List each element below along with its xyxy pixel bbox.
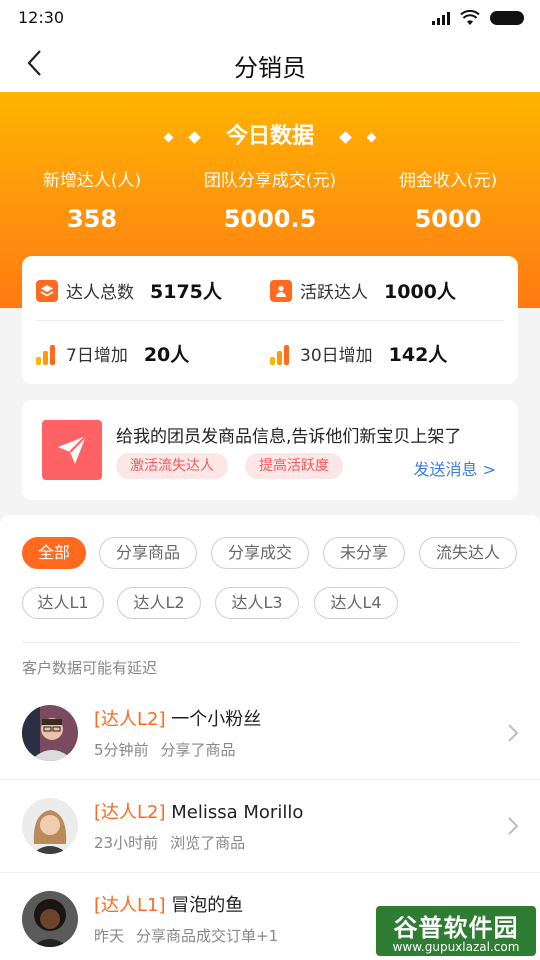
today-stats-header: 今日数据 [0,118,540,150]
stat-new-talent: 新增达人(人) 358 [2,166,182,233]
metric-7day-increase: 7日增加 20人 [36,340,189,367]
wifi-icon [460,10,480,25]
stat-commission: 佣金收入(元) 5000 [358,166,538,233]
metric-total-talent: 达人总数 5175人 [36,277,222,304]
promo-text: 给我的团员发商品信息,告诉他们新宝贝上架了 [116,427,462,447]
filter-chip-share-deal[interactable]: 分享成交 [211,537,309,569]
summary-card: 达人总数 5175人 活跃达人 1000人 7日增加 20人 30日增加 142… [22,256,518,384]
metric-value: 20人 [143,344,190,366]
customer-list-section: 全部 分享商品 分享成交 未分享 流失达人 达人L1 达人L2 达人L3 达人L… [0,515,540,960]
stat-value: 5000.5 [223,205,317,233]
promo-tag: 提高活跃度 [245,453,343,479]
customer-name: 冒泡的鱼 [171,895,244,916]
customer-name: 一个小粉丝 [171,709,262,730]
status-time: 12:30 [18,8,65,27]
metric-value: 5175人 [150,281,222,303]
filter-chip-l2[interactable]: 达人L2 [117,587,201,619]
filter-chip-lost-talent[interactable]: 流失达人 [419,537,517,569]
diamond-icon [163,132,174,142]
promo-tag: 激活流失达人 [116,453,228,479]
divider [36,320,504,321]
send-message-link[interactable]: 发送消息 > [414,456,497,480]
page-title: 分销员 [234,54,306,82]
stat-team-sales: 团队分享成交(元) 5000.5 [180,166,360,233]
stat-label: 佣金收入(元) [398,171,498,191]
metric-label: 达人总数 [66,283,134,303]
activity-text: 分享商品成交订单+1 [136,927,279,945]
site-watermark: 谷普软件园 www.gupuxlazal.com [376,906,536,956]
metric-label: 7日增加 [66,346,128,366]
diamond-icon [188,130,202,144]
watermark-title: 谷普软件园 [393,914,519,942]
send-icon [42,420,102,480]
filter-chip-all[interactable]: 全部 [22,537,86,569]
stat-label: 团队分享成交(元) [203,171,337,191]
diamond-icon [366,132,377,142]
customer-row[interactable]: [达人L2] Melissa Morillo 23小时前 浏览了商品 [0,780,540,873]
layers-icon [36,279,58,302]
metric-value: 1000人 [384,281,456,303]
metric-30day-increase: 30日增加 142人 [270,340,447,367]
filter-chip-l1[interactable]: 达人L1 [22,587,104,619]
user-icon [270,279,292,302]
filter-chip-share-goods[interactable]: 分享商品 [99,537,197,569]
avatar [22,798,78,854]
level-badge: [达人L2] [94,709,166,730]
avatar [22,705,78,761]
customer-activity: 5分钟前 分享了商品 [94,739,236,760]
filter-chip-l3[interactable]: 达人L3 [215,587,299,619]
stat-label: 新增达人(人) [42,171,142,191]
divider [22,642,518,643]
signal-icon [432,11,450,25]
today-stats-title: 今日数据 [225,124,314,149]
nav-bar: 分销员 [0,36,540,92]
activity-text: 浏览了商品 [170,834,246,852]
stat-value: 358 [66,205,118,233]
activity-time: 23小时前 [94,834,159,852]
customer-name-line: [达人L1] 冒泡的鱼 [94,891,243,917]
customer-activity: 昨天 分享商品成交订单+1 [94,925,278,946]
level-badge: [达人L2] [94,802,166,823]
customer-activity: 23小时前 浏览了商品 [94,832,245,853]
activity-time: 昨天 [94,927,125,945]
status-bar: 12:30 [0,0,540,36]
delay-notice: 客户数据可能有延迟 [22,659,158,677]
metric-label: 30日增加 [300,346,373,366]
customer-name: Melissa Morillo [171,802,304,823]
bar-chart-icon [36,343,58,365]
metric-value: 142人 [388,344,448,366]
filter-chip-l4[interactable]: 达人L4 [314,587,398,619]
watermark-url: www.gupuxlazal.com [392,940,520,954]
customer-row[interactable]: [达人L2] 一个小粉丝 5分钟前 分享了商品 [0,687,540,780]
bar-chart-icon [270,343,292,365]
activity-time: 5分钟前 [94,741,149,759]
customer-name-line: [达人L2] Melissa Morillo [94,798,303,824]
avatar [22,891,78,947]
metric-active-talent: 活跃达人 1000人 [270,277,456,304]
chevron-right-icon [508,817,519,835]
level-badge: [达人L1] [94,895,166,916]
chevron-right-icon [508,724,519,742]
battery-icon [490,11,524,25]
customer-name-line: [达人L2] 一个小粉丝 [94,705,261,731]
diamond-icon [338,130,352,144]
filter-chip-not-shared[interactable]: 未分享 [323,537,405,569]
status-icons [432,10,524,26]
metric-label: 活跃达人 [300,283,368,303]
activity-text: 分享了商品 [160,741,236,759]
send-message-card: 给我的团员发商品信息,告诉他们新宝贝上架了 激活流失达人 提高活跃度 发送消息 … [22,400,518,500]
stat-value: 5000 [414,205,482,233]
